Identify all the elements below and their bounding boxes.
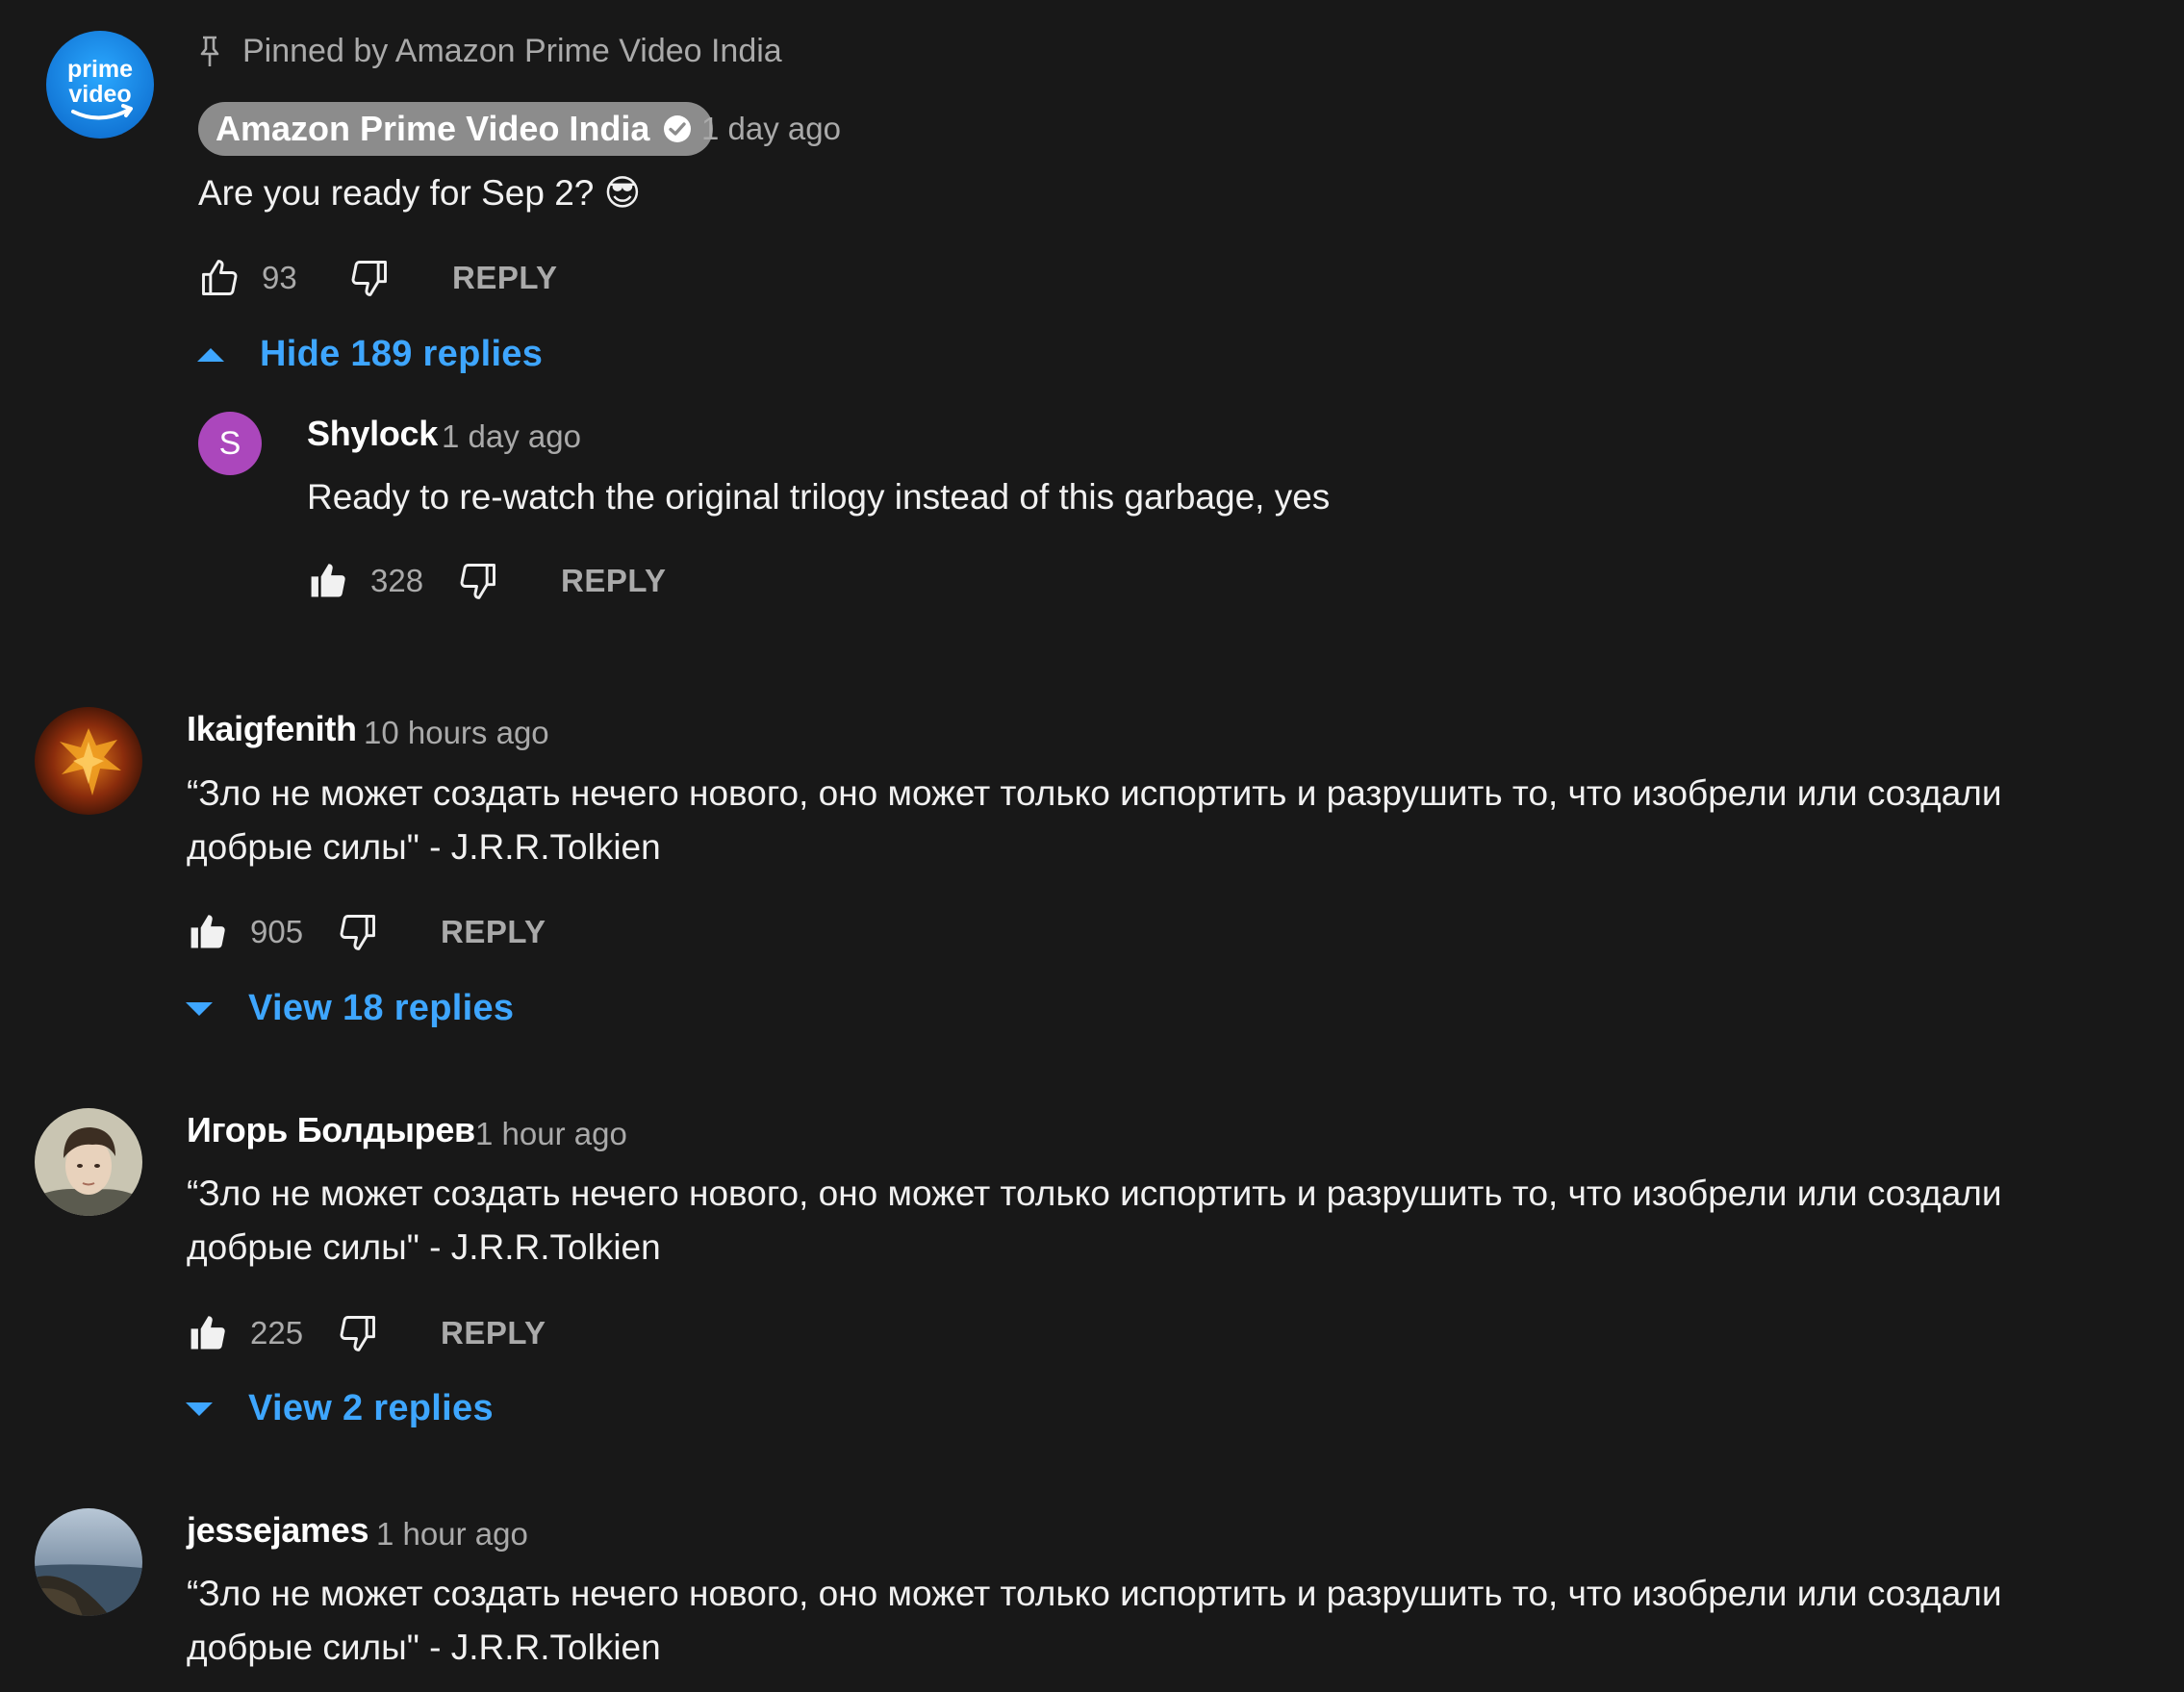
view-replies-button[interactable]: View 18 replies: [185, 988, 514, 1029]
comment-timestamp[interactable]: 1 day ago: [701, 111, 841, 147]
comment-text-line: добрые силы" - J.R.R.Tolkien: [187, 827, 661, 867]
comment-author-name[interactable]: Ikaigfenith: [187, 709, 357, 749]
like-count: 93: [262, 260, 297, 295]
comment-actions: 905 REPLY: [187, 908, 546, 956]
avatar-logo-text-prime: prime: [67, 56, 133, 83]
igor-boldyrev-avatar[interactable]: [35, 1108, 142, 1216]
comment-text-line: “Зло не может создать нечего нового, оно…: [187, 1574, 2002, 1613]
like-icon[interactable]: [307, 560, 349, 602]
comment-text: Are you ready for Sep 2? 😎: [198, 173, 642, 213]
comment-text-line: добрые силы" - J.R.R.Tolkien: [187, 1628, 661, 1667]
view-replies-label: View 2 replies: [248, 1388, 494, 1428]
like-count: 328: [370, 563, 424, 598]
reply-timestamp[interactable]: 1 day ago: [442, 418, 581, 455]
author-name: Amazon Prime Video India: [216, 109, 650, 148]
comment-timestamp[interactable]: 1 hour ago: [475, 1116, 627, 1152]
reply-button[interactable]: REPLY: [561, 563, 667, 599]
caret-down-icon: [186, 1402, 213, 1416]
reply-button[interactable]: REPLY: [441, 914, 546, 950]
dislike-icon[interactable]: [337, 1312, 379, 1354]
comments-section: prime video Pinned by Amazon Prime Video…: [0, 0, 2184, 1692]
comment-timestamp[interactable]: 1 hour ago: [376, 1516, 528, 1553]
avatar-logo-text-video: video: [68, 81, 131, 108]
view-replies-label: View 18 replies: [248, 988, 515, 1028]
like-icon[interactable]: [198, 257, 241, 299]
pinned-label-text: Pinned by Amazon Prime Video India: [242, 33, 782, 69]
comment-author-name[interactable]: Игорь Болдырев: [187, 1110, 475, 1150]
reply-button[interactable]: REPLY: [452, 260, 558, 296]
dislike-icon[interactable]: [337, 911, 379, 953]
comment-text-line: добрые силы" - J.R.R.Tolkien: [187, 1227, 661, 1267]
comment-timestamp[interactable]: 10 hours ago: [364, 715, 549, 751]
comment-text-line: “Зло не может создать нечего нового, оно…: [187, 773, 2002, 813]
prime-video-avatar[interactable]: prime video: [46, 31, 154, 139]
like-count: 225: [250, 1315, 304, 1351]
caret-up-icon: [197, 347, 224, 362]
like-icon[interactable]: [187, 1312, 229, 1354]
comment-actions: 93 REPLY: [198, 254, 558, 302]
comment-text-line: “Зло не может создать нечего нового, оно…: [187, 1174, 2002, 1213]
dislike-icon[interactable]: [348, 257, 391, 299]
dislike-icon[interactable]: [457, 560, 499, 602]
like-count: 905: [250, 914, 304, 949]
view-replies-button[interactable]: View 2 replies: [185, 1388, 494, 1429]
avatar-letter: S: [219, 425, 241, 462]
reply-author-name[interactable]: Shylock: [307, 414, 438, 454]
reply-text: Ready to re-watch the original trilogy i…: [307, 477, 1331, 517]
caret-down-icon: [186, 1001, 213, 1016]
hide-replies-label: Hide 189 replies: [260, 334, 544, 374]
reply-actions: 328 REPLY: [307, 557, 667, 605]
like-icon[interactable]: [187, 911, 229, 953]
pinned-label: Pinned by Amazon Prime Video India: [198, 33, 782, 70]
hide-replies-button[interactable]: Hide 189 replies: [196, 334, 543, 375]
comment-actions: 225 REPLY: [187, 1309, 546, 1357]
verified-icon: [664, 115, 692, 142]
reply-button[interactable]: REPLY: [441, 1315, 546, 1351]
comment-author-name[interactable]: jessejames: [187, 1510, 368, 1551]
ikaigfenith-avatar[interactable]: [35, 707, 142, 815]
jessejames-avatar[interactable]: [35, 1508, 142, 1616]
author-channel-chip[interactable]: Amazon Prime Video India: [198, 102, 714, 156]
shylock-avatar[interactable]: S: [198, 412, 262, 475]
pin-icon: [200, 36, 219, 66]
